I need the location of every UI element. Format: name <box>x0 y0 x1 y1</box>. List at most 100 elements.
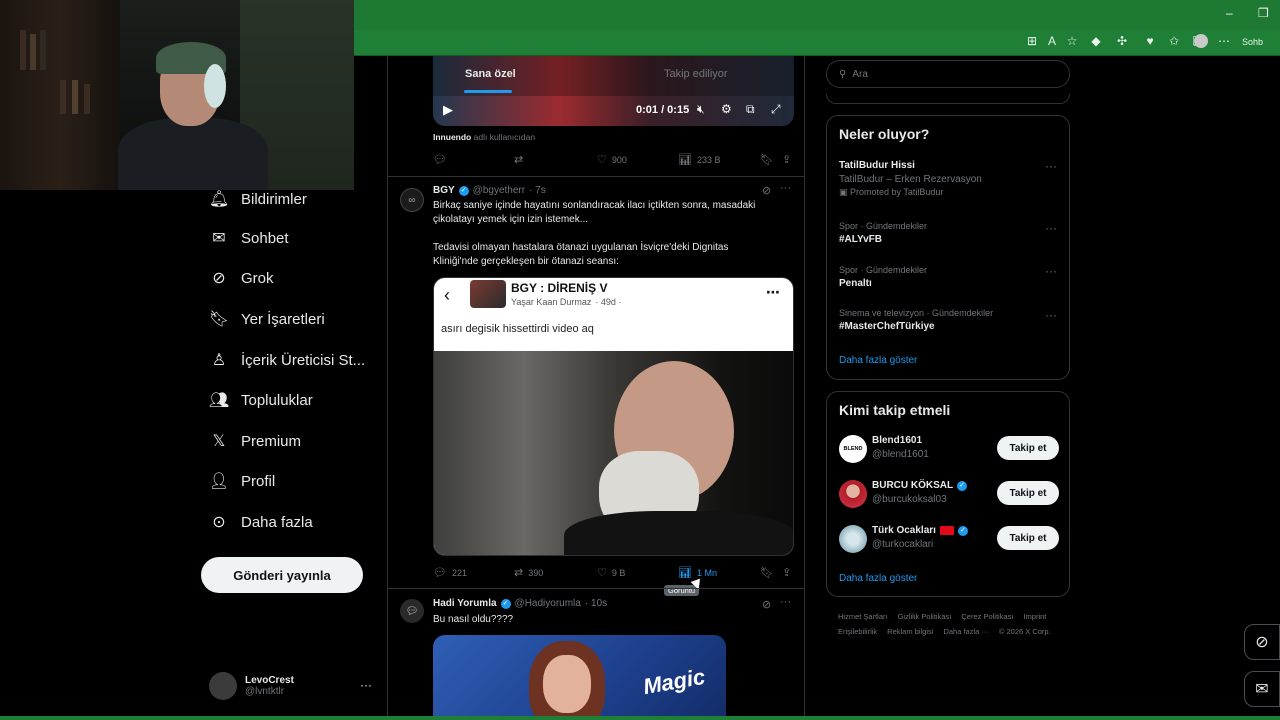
follow-button[interactable]: Takip et <box>997 436 1059 460</box>
nav-item-more[interactable]: ⊙ Daha fazla <box>209 512 312 532</box>
grok-icon[interactable]: ⊘ <box>762 598 771 611</box>
mail-icon: ✉ <box>1255 681 1269 698</box>
tweet-time[interactable]: · 10s <box>585 598 607 609</box>
menu-dots-icon[interactable]: ⋯ <box>1216 34 1232 48</box>
views-button[interactable]: 📊︎ 1 Mn <box>678 566 717 579</box>
extension-icon[interactable]: ◆ <box>1088 34 1104 48</box>
nav-label: Bildirimler <box>241 190 307 208</box>
trend-more-icon[interactable]: ··· <box>1045 221 1057 235</box>
author-handle[interactable]: @Hadiyorumla <box>515 598 581 609</box>
account-more-icon[interactable]: ··· <box>360 678 372 692</box>
nav-item-communities[interactable]: 👥︎ Topluluklar <box>209 390 313 410</box>
performance-icon[interactable]: ♥ <box>1142 34 1158 48</box>
footer-link[interactable]: Gizlilik Politikası <box>898 612 952 621</box>
video-thumbnail[interactable] <box>434 351 793 555</box>
embed-author: Yaşar Kaan Durmaz <box>511 297 592 307</box>
footer-link[interactable]: Hizmet Şartları <box>838 612 888 621</box>
x-logo-icon: 𝕏 <box>212 433 226 450</box>
share-button[interactable]: ⇪ <box>782 566 791 579</box>
views-button[interactable]: 📊︎ 233 B <box>678 153 721 166</box>
more-icon[interactable]: ··· <box>780 596 791 608</box>
fullscreen-icon[interactable]: ⤢ <box>771 102 781 117</box>
reply-button[interactable]: 💬︎ <box>433 153 447 166</box>
repost-button[interactable]: ⇄ 390 <box>514 566 543 579</box>
messages-floating-button[interactable]: ✉ <box>1244 671 1280 707</box>
grok-floating-button[interactable]: ⊘ <box>1244 624 1280 660</box>
trend-more-icon[interactable]: ··· <box>1045 308 1057 322</box>
read-aloud-icon[interactable]: A <box>1044 34 1060 48</box>
tab-for-you[interactable]: Sana özel <box>465 68 516 80</box>
footer-link[interactable]: Imprint <box>1023 612 1046 621</box>
play-icon[interactable]: ▶ <box>443 102 453 118</box>
tweet-text-line: çikolatayı yemek için izin istemek... <box>433 214 589 225</box>
trend-more-icon[interactable]: ··· <box>1045 159 1057 173</box>
reply-button[interactable]: 💬︎ 221 <box>433 566 467 579</box>
search-placeholder: Ara <box>852 68 868 80</box>
nav-item-messages[interactable]: ✉ Sohbet <box>209 228 288 248</box>
author-name[interactable]: Hadi Yorumla <box>433 598 497 609</box>
avatar[interactable]: 💬︎ <box>400 599 424 623</box>
trend-item[interactable]: TatilBudur Hissi TatilBudur – Erken Reze… <box>839 160 1059 198</box>
nav-item-creator-studio[interactable]: ♙ İçerik Üreticisi St... <box>209 350 365 370</box>
like-button[interactable]: ♡ 900 <box>597 153 627 166</box>
tweet-time[interactable]: · 7s <box>529 185 546 196</box>
media-card[interactable]: ‹ BGY : DİRENİŞ V Yaşar Kaan Durmaz · 49… <box>433 277 794 556</box>
restore-icon[interactable]: ❐ <box>1258 6 1269 20</box>
suggested-user[interactable]: Blend1601 @blend1601 <box>872 435 929 460</box>
repost-button[interactable]: ⇄ <box>514 153 523 166</box>
nav-item-notifications[interactable]: 🔔︎ Bildirimler <box>209 189 307 209</box>
pip-icon[interactable]: ⧉ <box>746 102 755 117</box>
tab-following[interactable]: Takip ediliyor <box>664 68 728 80</box>
more-icon[interactable]: ··· <box>780 182 791 194</box>
heart-icon: ♡ <box>597 154 607 166</box>
post-button[interactable]: Gönderi yayınla <box>201 557 363 593</box>
suggested-user[interactable]: BURCU KÖKSAL ✓ @burcukoksal03 <box>872 480 968 505</box>
trend-more-icon[interactable]: ··· <box>1045 264 1057 278</box>
minimize-icon[interactable]: – <box>1226 6 1233 20</box>
favorite-star-icon[interactable]: ☆ <box>1064 34 1080 48</box>
suggested-user[interactable]: Türk Ocakları ✓ @turkocaklari <box>872 525 968 550</box>
mute-icon[interactable]: 🔇︎ <box>697 102 705 117</box>
nav-item-grok[interactable]: ⊘ Grok <box>209 268 273 288</box>
avatar[interactable]: BLEND <box>839 435 867 463</box>
bell-icon: 🔔︎ <box>208 191 230 208</box>
author-name[interactable]: BGY <box>433 185 455 196</box>
avatar[interactable] <box>839 525 867 553</box>
trend-item[interactable]: Spor · Gündemdekiler #ALYvFB <box>839 221 1059 245</box>
footer-link[interactable]: Daha fazla ··· <box>943 627 988 636</box>
avatar[interactable] <box>839 480 867 508</box>
show-more-trends[interactable]: Daha fazla göster <box>839 355 917 366</box>
avatar[interactable]: ∞ <box>400 188 424 212</box>
bookmark-button[interactable]: 🔖︎ <box>760 566 774 579</box>
nav-item-premium[interactable]: 𝕏 Premium <box>209 431 301 451</box>
author-handle[interactable]: @bgyetherr <box>473 185 525 196</box>
apps-icon[interactable]: ⊞ <box>1024 34 1040 48</box>
puzzle-icon[interactable]: ✣ <box>1114 34 1130 48</box>
follow-button[interactable]: Takip et <box>997 481 1059 505</box>
account-switcher[interactable]: LevoCrest @lvntktlr <box>209 672 294 700</box>
settings-icon[interactable]: ⚙ <box>721 102 732 116</box>
grok-icon[interactable]: ⊘ <box>762 184 771 197</box>
footer-link[interactable]: Reklam bilgisi <box>887 627 933 636</box>
user-handle: @turkocaklari <box>872 539 934 550</box>
search-input[interactable]: ⚲ Ara <box>826 60 1070 88</box>
avatar-icon[interactable] <box>1194 34 1208 48</box>
show-more-follow[interactable]: Daha fazla göster <box>839 573 917 584</box>
copilot-label[interactable]: Sohb <box>1242 37 1280 47</box>
bookmark-button[interactable]: 🔖︎ <box>760 153 774 166</box>
trend-item[interactable]: Spor · Gündemdekiler Penaltı <box>839 265 1059 289</box>
heart-icon: ♡ <box>597 567 607 579</box>
trend-item[interactable]: Sinema ve televizyon · Gündemdekiler #Ma… <box>839 308 1059 332</box>
follow-button[interactable]: Takip et <box>997 526 1059 550</box>
footer-link[interactable]: Erişilebilirlik <box>838 627 877 636</box>
source-user[interactable]: Innuendo <box>433 132 471 142</box>
share-button[interactable]: ⇪ <box>782 153 791 166</box>
footer-link[interactable]: Çerez Politikası <box>961 612 1013 621</box>
favorites-icon[interactable]: ✩ <box>1166 34 1182 48</box>
like-button[interactable]: ♡ 9 B <box>597 566 625 579</box>
nav-item-profile[interactable]: 👤︎ Profil <box>209 471 275 491</box>
tweet-image[interactable]: Magic <box>433 635 726 720</box>
account-handle: @lvntktlr <box>245 686 285 697</box>
reply-icon: 💬︎ <box>433 154 447 166</box>
nav-item-bookmarks[interactable]: 🔖︎ Yer İşaretleri <box>209 309 325 329</box>
